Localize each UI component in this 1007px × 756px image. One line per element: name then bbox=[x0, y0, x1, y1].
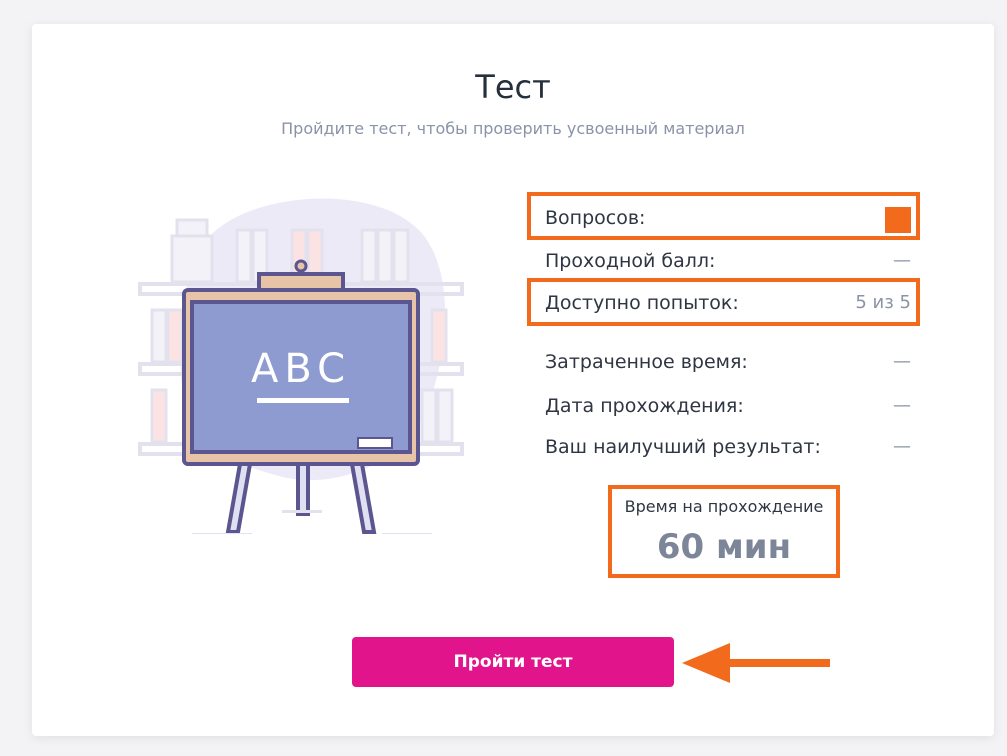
time-limit-box: Время на прохождение 60 мин bbox=[608, 485, 840, 578]
passing-score-row: Проходной балл: — bbox=[545, 246, 911, 276]
page-subtitle: Пройдите тест, чтобы проверить усвоенный… bbox=[281, 119, 745, 138]
best-result-row: Ваш наилучший результат: — bbox=[545, 432, 911, 462]
questions-row: Вопросов: bbox=[545, 203, 911, 233]
attempts-label: Доступно попыток: bbox=[545, 292, 739, 314]
date-label: Дата прохождения: bbox=[545, 395, 744, 417]
passing-score-value: — bbox=[893, 250, 911, 271]
test-card: Тест Пройдите тест, чтобы проверить усво… bbox=[32, 24, 994, 736]
questions-label: Вопросов: bbox=[545, 207, 646, 229]
start-test-button[interactable]: Пройти тест bbox=[352, 637, 674, 687]
attempts-value: 5 из 5 bbox=[855, 292, 911, 313]
attempts-row: Доступно попыток: 5 из 5 bbox=[545, 288, 911, 318]
time-limit-value: 60 мин bbox=[656, 527, 792, 567]
questions-value-mask bbox=[885, 207, 911, 233]
arrow-left-icon bbox=[682, 643, 830, 683]
page-title: Тест bbox=[475, 68, 551, 106]
time-spent-row: Затраченное время: — bbox=[545, 347, 911, 377]
time-limit-label: Время на прохождение bbox=[624, 497, 824, 516]
best-result-label: Ваш наилучший результат: bbox=[545, 436, 821, 458]
best-result-value: — bbox=[893, 436, 911, 457]
date-row: Дата прохождения: — bbox=[545, 391, 911, 421]
board-text: ABC bbox=[251, 346, 351, 392]
passing-score-label: Проходной балл: bbox=[545, 250, 716, 272]
time-spent-label: Затраченное время: bbox=[545, 351, 748, 373]
easel-chalkboard-icon: ABC bbox=[138, 198, 464, 534]
date-value: — bbox=[893, 395, 911, 416]
time-spent-value: — bbox=[893, 351, 911, 372]
